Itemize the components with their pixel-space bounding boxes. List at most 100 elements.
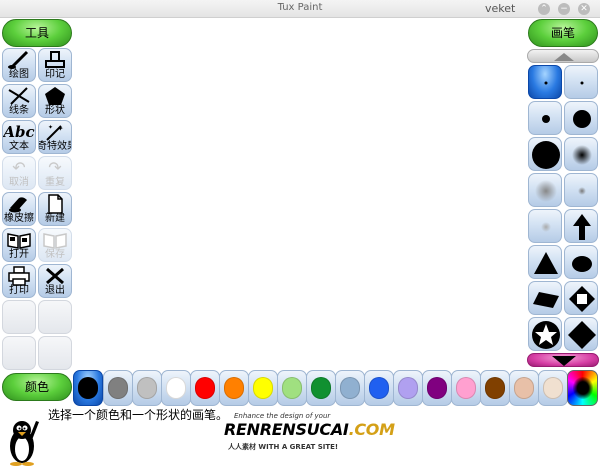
fuzzy-dot-icon bbox=[541, 222, 551, 232]
swatch-fill bbox=[195, 377, 215, 399]
dot-icon bbox=[532, 141, 560, 169]
brush-dot-tiny-2[interactable] bbox=[564, 65, 598, 99]
tool-magic[interactable]: ✦✦ 奇特效果 bbox=[38, 120, 72, 154]
color-wheel-icon bbox=[573, 377, 593, 399]
maximize-button[interactable]: ⌃ bbox=[538, 3, 550, 15]
swatch-fill bbox=[282, 377, 302, 399]
color-swatch[interactable] bbox=[219, 370, 249, 406]
color-swatch[interactable] bbox=[190, 370, 220, 406]
svg-text:✦: ✦ bbox=[57, 124, 64, 133]
color-swatch[interactable] bbox=[509, 370, 539, 406]
triangle-icon bbox=[534, 252, 558, 274]
brush-blob[interactable] bbox=[564, 245, 598, 279]
swatch-fill bbox=[456, 377, 476, 399]
color-swatch[interactable] bbox=[248, 370, 278, 406]
tool-label: 形状 bbox=[45, 105, 65, 116]
color-picker-button[interactable] bbox=[567, 370, 598, 406]
parallelogram-icon bbox=[533, 292, 559, 308]
tool-label: 取消 bbox=[9, 177, 29, 188]
color-swatch[interactable] bbox=[538, 370, 568, 406]
color-swatch[interactable] bbox=[306, 370, 336, 406]
paintbrush-icon bbox=[3, 50, 35, 70]
tool-save[interactable]: 保存 bbox=[38, 228, 72, 262]
tool-new[interactable]: 新建 bbox=[38, 192, 72, 226]
swatch-fill bbox=[340, 377, 360, 399]
tool-print[interactable]: 打印 bbox=[2, 264, 36, 298]
color-swatch[interactable] bbox=[73, 370, 103, 406]
diamond-outline-icon bbox=[569, 286, 595, 312]
brush-arrow-up[interactable] bbox=[564, 209, 598, 243]
brush-parallelogram[interactable] bbox=[528, 281, 562, 315]
stamp-icon bbox=[39, 50, 71, 70]
close-button[interactable]: ✕ bbox=[578, 3, 590, 15]
title-bar: Tux Paint veket ⌃ − ✕ bbox=[0, 0, 600, 18]
tool-label: 绘图 bbox=[9, 69, 29, 80]
color-swatch[interactable] bbox=[422, 370, 452, 406]
tool-label: 文本 bbox=[9, 141, 29, 152]
tool-stamp[interactable]: 印记 bbox=[38, 48, 72, 82]
tool-label: 重复 bbox=[45, 177, 65, 188]
eraser-icon bbox=[3, 194, 35, 214]
swatch-fill bbox=[427, 377, 447, 399]
tool-label: 打开 bbox=[9, 249, 29, 260]
color-swatch[interactable] bbox=[451, 370, 481, 406]
swatch-fill bbox=[253, 377, 273, 399]
brush-dot-large[interactable] bbox=[528, 137, 562, 171]
minimize-button[interactable]: − bbox=[558, 3, 570, 15]
tool-shapes[interactable]: 形状 bbox=[38, 84, 72, 118]
tool-label: 退出 bbox=[45, 285, 65, 296]
brush-scroll-down-button[interactable] bbox=[527, 353, 599, 367]
brush-star[interactable] bbox=[528, 317, 562, 351]
color-swatch[interactable] bbox=[480, 370, 510, 406]
swatch-fill bbox=[514, 377, 534, 399]
brush-triangle[interactable] bbox=[528, 245, 562, 279]
redo-icon: ↷ bbox=[48, 158, 62, 177]
swatch-fill bbox=[311, 377, 331, 399]
tool-label: 保存 bbox=[45, 249, 65, 260]
dot-icon bbox=[573, 110, 591, 128]
tool-undo[interactable]: ↶ 取消 bbox=[2, 156, 36, 190]
brush-fuzzy-medium[interactable] bbox=[564, 137, 598, 171]
tool-label: 橡皮擦 bbox=[4, 213, 34, 224]
instruction-text: 选择一个颜色和一个形状的画笔。 bbox=[48, 408, 229, 422]
tool-label: 线条 bbox=[9, 105, 29, 116]
tux-penguin-icon bbox=[6, 418, 40, 470]
swatch-fill bbox=[166, 377, 186, 399]
tool-redo[interactable]: ↷ 重复 bbox=[38, 156, 72, 190]
tool-label: 新建 bbox=[45, 213, 65, 224]
blob-icon bbox=[572, 256, 592, 272]
color-swatch[interactable] bbox=[277, 370, 307, 406]
tool-label: 印记 bbox=[45, 69, 65, 80]
lines-icon bbox=[3, 86, 35, 106]
color-swatch[interactable] bbox=[364, 370, 394, 406]
diamond-icon bbox=[568, 321, 596, 349]
save-icon bbox=[39, 230, 71, 250]
brush-scroll-up-button[interactable] bbox=[527, 49, 599, 63]
brush-fuzzy-small[interactable] bbox=[564, 173, 598, 207]
tool-open[interactable]: 打开 bbox=[2, 228, 36, 262]
text-icon: Abc bbox=[3, 123, 35, 141]
open-book-icon bbox=[3, 230, 35, 250]
tool-text[interactable]: Abc 文本 bbox=[2, 120, 36, 154]
brush-diamond-outline[interactable] bbox=[564, 281, 598, 315]
brush-dot-tiny[interactable] bbox=[528, 65, 562, 99]
color-swatch[interactable] bbox=[393, 370, 423, 406]
tool-lines[interactable]: 线条 bbox=[2, 84, 36, 118]
color-swatch[interactable] bbox=[132, 370, 162, 406]
drawing-canvas[interactable] bbox=[74, 18, 526, 366]
color-swatch[interactable] bbox=[161, 370, 191, 406]
brush-dot-small[interactable] bbox=[528, 101, 562, 135]
brush-fuzzy-faint[interactable] bbox=[528, 209, 562, 243]
tool-paint[interactable]: 绘图 bbox=[2, 48, 36, 82]
tool-eraser[interactable]: 橡皮擦 bbox=[2, 192, 36, 226]
swatch-fill bbox=[78, 377, 98, 399]
color-swatch[interactable] bbox=[335, 370, 365, 406]
tools-header: 工具 bbox=[2, 19, 72, 47]
brush-diamond[interactable] bbox=[564, 317, 598, 351]
tool-quit[interactable]: 退出 bbox=[38, 264, 72, 298]
brush-dot-medium[interactable] bbox=[564, 101, 598, 135]
color-swatch[interactable] bbox=[103, 370, 133, 406]
watermark-sub: 人人素材 WITH A GREAT SITE! bbox=[228, 443, 339, 451]
tool-label: 奇特效果 bbox=[38, 141, 71, 152]
brush-fuzzy-gray[interactable] bbox=[528, 173, 562, 207]
